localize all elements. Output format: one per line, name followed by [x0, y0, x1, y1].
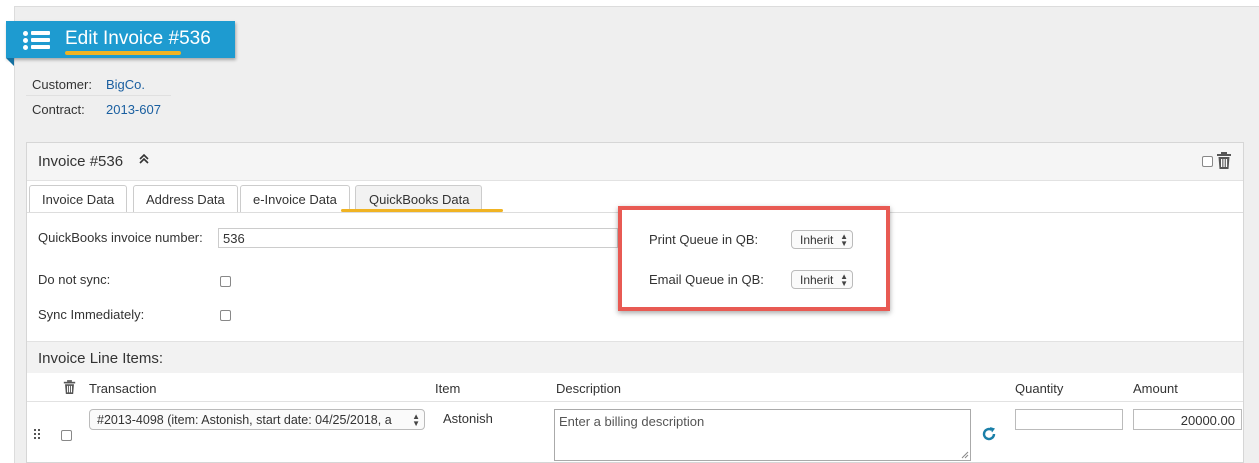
description-placeholder: Enter a billing description [559, 414, 705, 429]
contract-link[interactable]: 2013-607 [106, 102, 161, 117]
email-queue-value: Inherit [800, 273, 834, 287]
collapse-chevron-icon[interactable] [138, 153, 150, 168]
drag-handle-icon[interactable] [34, 429, 42, 439]
select-arrows-icon: ▲ ▼ [412, 412, 420, 428]
do-not-sync-checkbox[interactable] [220, 276, 231, 287]
delete-all-trash-icon[interactable] [63, 380, 76, 395]
select-arrows-icon: ▲ ▼ [840, 232, 848, 248]
title-highlight-underline [65, 51, 181, 55]
print-queue-select[interactable]: Inherit ▲ ▼ [791, 230, 853, 249]
print-queue-value: Inherit [800, 233, 834, 247]
tab-invoice-data[interactable]: Invoice Data [29, 185, 128, 212]
panel-select-checkbox[interactable] [1202, 156, 1213, 167]
print-queue-label: Print Queue in QB: [649, 232, 759, 247]
header-row-divider [27, 401, 1243, 402]
row-select-checkbox[interactable] [61, 430, 72, 441]
tab-quickbooks-data[interactable]: QuickBooks Data [355, 185, 483, 212]
sync-immediately-label: Sync Immediately: [38, 307, 145, 322]
customer-link[interactable]: BigCo. [106, 77, 145, 92]
column-header-quantity: Quantity [1015, 381, 1064, 396]
contract-label: Contract: [32, 102, 85, 117]
description-textarea[interactable]: Enter a billing description [554, 409, 971, 461]
column-header-transaction: Transaction [89, 381, 157, 396]
select-arrows-icon: ▲ ▼ [840, 272, 848, 288]
tab-e-invoice-data[interactable]: e-Invoice Data [240, 185, 350, 212]
sync-immediately-checkbox[interactable] [220, 310, 231, 321]
contract-row: Contract: 2013-607 [26, 97, 171, 121]
transaction-select[interactable]: #2013-4098 (item: Astonish, start date: … [89, 409, 425, 430]
row-item-value: Astonish [443, 411, 493, 426]
panel-title: Invoice #536 [38, 153, 124, 170]
column-header-item: Item [435, 381, 461, 396]
line-items-title: Invoice Line Items: [38, 350, 164, 367]
email-queue-select[interactable]: Inherit ▲ ▼ [791, 270, 853, 289]
page-title: Edit Invoice #536 [65, 28, 211, 49]
quantity-input[interactable] [1015, 409, 1123, 430]
banner-fold [6, 58, 14, 66]
column-header-amount: Amount [1133, 381, 1178, 396]
qb-invoice-number-label: QuickBooks invoice number: [38, 230, 203, 245]
qb-queue-callout: Print Queue in QB: Inherit ▲ ▼ Email Queu… [618, 206, 890, 311]
line-items-header: Invoice Line Items: [27, 341, 1243, 373]
panel-header: Invoice #536 [27, 143, 1243, 181]
refresh-description-icon[interactable] [981, 426, 997, 442]
trash-icon[interactable] [1216, 152, 1232, 170]
list-menu-icon[interactable] [23, 30, 53, 50]
email-queue-label: Email Queue in QB: [649, 272, 764, 287]
do-not-sync-label: Do not sync: [38, 272, 111, 287]
transaction-select-value: #2013-4098 (item: Astonish, start date: … [97, 413, 392, 427]
customer-label: Customer: [32, 77, 92, 92]
column-header-description: Description [556, 381, 622, 396]
amount-input[interactable]: 20000.00 [1133, 409, 1242, 430]
tab-address-data[interactable]: Address Data [133, 185, 238, 212]
customer-row: Customer: BigCo. [26, 72, 171, 96]
qb-invoice-number-input[interactable]: 536 [218, 228, 618, 248]
resize-grip-icon[interactable] [961, 451, 969, 459]
tab-highlight-underline [341, 209, 503, 212]
title-banner: Edit Invoice #536 [6, 21, 235, 58]
